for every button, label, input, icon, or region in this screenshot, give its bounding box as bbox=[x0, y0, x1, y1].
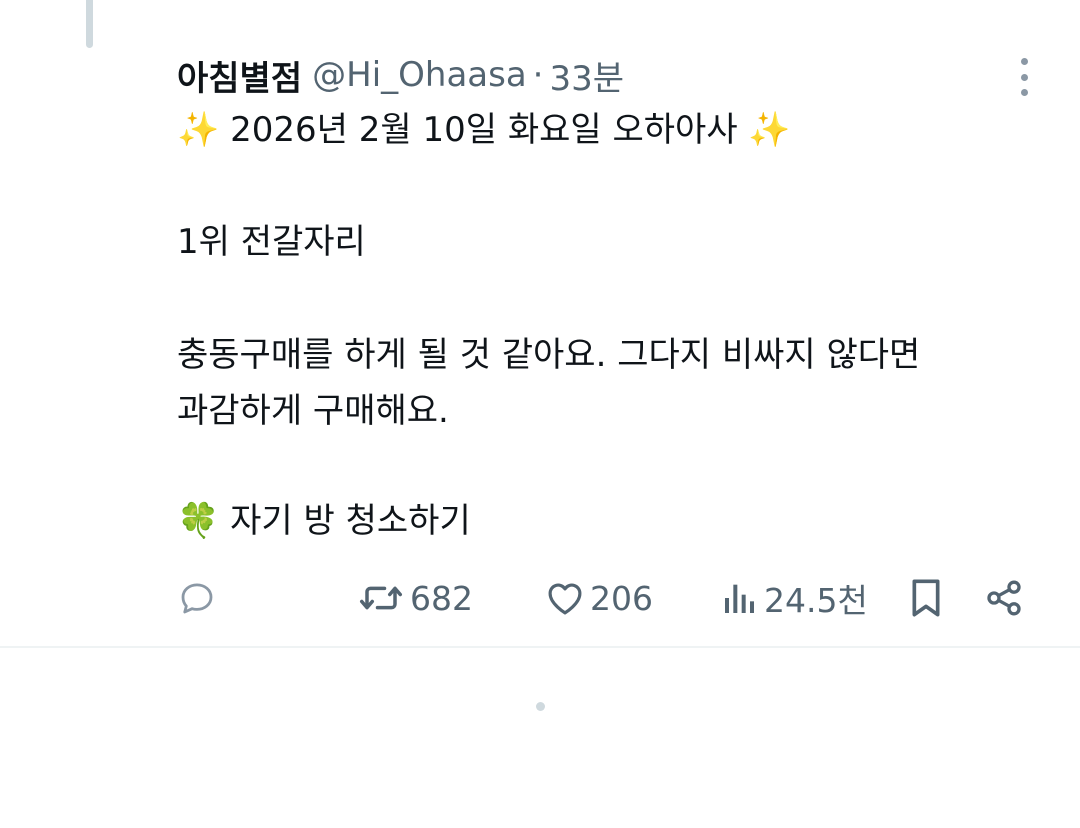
body-line-2: 과감하게 구매해요. bbox=[177, 391, 449, 431]
headline-text: 2026년 2월 10일 화요일 오하아사 bbox=[230, 110, 738, 150]
share-icon bbox=[987, 580, 1021, 616]
sparkles-emoji: ✨ bbox=[177, 110, 220, 150]
views-bar-chart-icon bbox=[725, 584, 754, 613]
tweet-actions-bar: 682 206 24.5천 bbox=[0, 570, 1080, 626]
lucky-item-line: 🍀 자기 방 청소하기 bbox=[177, 501, 471, 541]
tweet-headline: ✨ 2026년 2월 10일 화요일 오하아사 ✨ bbox=[177, 110, 791, 150]
retweet-button[interactable]: 682 bbox=[356, 570, 473, 626]
retweet-count: 682 bbox=[410, 578, 473, 618]
loading-indicator bbox=[536, 702, 545, 711]
tweet-page: 아침별점 @Hi_Ohaasa · 33분 ✨ 2026년 2월 10일 화요일… bbox=[0, 0, 1080, 828]
user-handle[interactable]: @Hi_Ohaasa bbox=[312, 55, 527, 95]
timestamp[interactable]: 33분 bbox=[549, 51, 624, 100]
more-dot-icon bbox=[1020, 73, 1028, 81]
reply-bubble-icon bbox=[181, 583, 213, 614]
lucky-item-text: 자기 방 청소하기 bbox=[230, 501, 471, 541]
views-count: 24.5천 bbox=[764, 581, 868, 620]
body-line-1: 충동구매를 하게 될 것 같아요. 그다지 비싸지 않다면 bbox=[177, 335, 921, 375]
thread-connector-line bbox=[86, 0, 93, 48]
views-button[interactable]: 24.5천 bbox=[720, 570, 868, 626]
more-dot-icon bbox=[1020, 89, 1028, 96]
share-button[interactable] bbox=[984, 570, 1024, 626]
more-dot-icon bbox=[1020, 58, 1028, 65]
bookmark-button[interactable] bbox=[906, 570, 946, 626]
separator-dot: · bbox=[532, 55, 544, 95]
sparkles-emoji: ✨ bbox=[748, 110, 791, 150]
more-options-button[interactable] bbox=[1008, 58, 1040, 96]
heart-icon bbox=[548, 583, 582, 615]
clover-emoji: 🍀 bbox=[177, 501, 220, 541]
like-count: 206 bbox=[590, 578, 653, 618]
like-button[interactable]: 206 bbox=[544, 570, 653, 626]
bookmark-icon bbox=[912, 579, 940, 617]
display-name[interactable]: 아침별점 bbox=[177, 51, 302, 100]
rank-line: 1위 전갈자리 bbox=[177, 222, 366, 262]
tweet-divider bbox=[0, 646, 1080, 648]
tweet-header: 아침별점 @Hi_Ohaasa · 33분 bbox=[177, 51, 624, 100]
reply-button[interactable] bbox=[176, 570, 218, 626]
retweet-icon bbox=[360, 586, 402, 610]
